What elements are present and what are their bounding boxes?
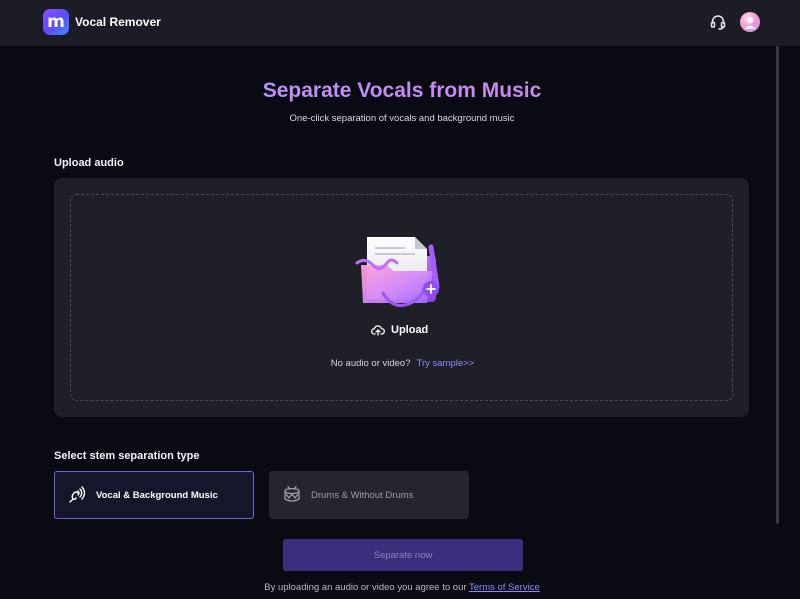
no-audio-text: No audio or video? bbox=[330, 358, 411, 369]
stem-section-label: Select stem separation type bbox=[54, 450, 200, 462]
cloud-upload-icon bbox=[371, 325, 385, 336]
sample-prompt: No audio or video? Try sample>> bbox=[71, 358, 734, 369]
stem-option-vocal-background[interactable]: Vocal & Background Music bbox=[54, 471, 254, 519]
upload-section-label: Upload audio bbox=[54, 157, 124, 169]
vocal-wave-icon bbox=[69, 486, 86, 503]
upload-dropzone[interactable]: Upload No audio or video? Try sample>> bbox=[70, 194, 733, 401]
terms-text: By uploading an audio or video you agree… bbox=[264, 582, 467, 593]
app-logo[interactable]: m bbox=[43, 9, 69, 35]
drum-icon bbox=[284, 485, 300, 502]
user-avatar[interactable] bbox=[740, 12, 760, 32]
upload-label: Upload bbox=[391, 324, 429, 336]
page-title: Separate Vocals from Music bbox=[0, 78, 800, 104]
folder-music-icon bbox=[355, 237, 440, 307]
try-sample-link[interactable]: Try sample>> bbox=[417, 358, 475, 369]
terms-of-service-link[interactable]: Terms of Service bbox=[469, 582, 540, 593]
app-title: Vocal Remover bbox=[75, 15, 161, 29]
page-subtitle: One-click separation of vocals and backg… bbox=[289, 113, 515, 124]
top-bar: m Vocal Remover bbox=[0, 0, 800, 46]
logo-letter: m bbox=[47, 11, 65, 32]
user-avatar-icon bbox=[744, 16, 756, 29]
stem-option-label: Vocal & Background Music bbox=[96, 489, 218, 501]
upload-card: Upload No audio or video? Try sample>> bbox=[54, 178, 749, 417]
stem-option-drums[interactable]: Drums & Without Drums bbox=[269, 471, 469, 519]
headset-icon[interactable] bbox=[709, 13, 727, 31]
upload-button[interactable]: Upload bbox=[371, 322, 428, 338]
stem-option-label: Drums & Without Drums bbox=[311, 489, 414, 501]
terms-notice: By uploading an audio or video you agree… bbox=[0, 582, 800, 593]
separate-now-button[interactable]: Separate now bbox=[283, 539, 523, 571]
